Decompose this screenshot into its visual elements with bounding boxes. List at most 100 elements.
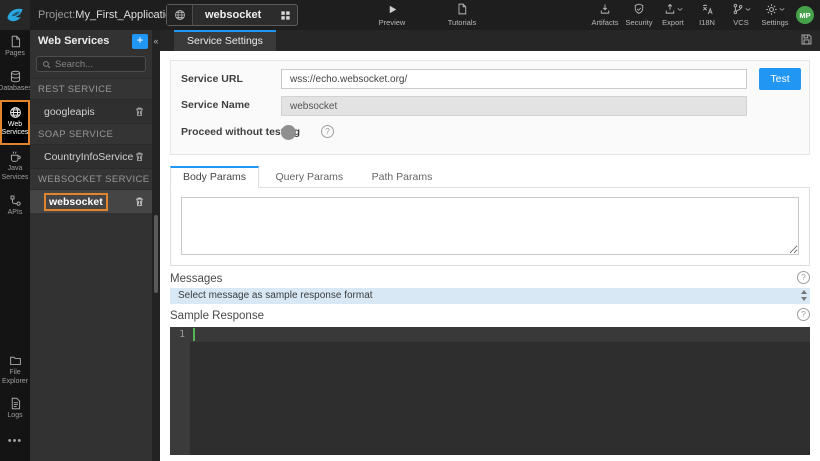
i18n-button[interactable]: I18N: [690, 2, 724, 27]
editor-active-line: [190, 327, 810, 342]
panel-scrollbar[interactable]: [154, 215, 158, 293]
globe-icon: [9, 106, 22, 119]
upload-icon: [664, 3, 676, 15]
group-header-soap: SOAP SERVICE: [30, 123, 152, 144]
search-input[interactable]: [55, 59, 140, 70]
body-params-textarea[interactable]: [181, 197, 799, 255]
service-group-soap: SOAP SERVICE CountryInfoService: [30, 123, 152, 168]
breadcrumb-chevron-icon: ›: [150, 0, 155, 30]
sidebar-item-file-explorer[interactable]: File Explorer: [0, 349, 30, 393]
chevron-down-icon: [779, 7, 785, 12]
sidebar-item-web-services[interactable]: Web Services: [0, 100, 30, 146]
play-icon: [387, 2, 398, 16]
tab-path-params[interactable]: Path Params: [360, 166, 445, 188]
service-settings-form: Service URL Test Service Name Proceed wi…: [170, 60, 810, 155]
service-url-input[interactable]: [281, 69, 747, 89]
delete-icon[interactable]: [134, 196, 145, 207]
line-number: 1: [170, 327, 190, 342]
editor-gutter: 1: [170, 327, 190, 455]
tutorials-button[interactable]: Tutorials: [440, 2, 484, 27]
help-icon[interactable]: ?: [797, 308, 810, 321]
api-nodes-icon: [9, 194, 22, 207]
wavemaker-logo-icon[interactable]: [0, 0, 30, 30]
service-search[interactable]: [36, 56, 146, 72]
grid-icon[interactable]: [273, 5, 297, 25]
sidebar-item-databases[interactable]: Databases: [0, 65, 30, 100]
sample-response-label: Sample Response: [170, 310, 264, 322]
main-tab-bar: Service Settings: [160, 30, 820, 51]
editor-code-area[interactable]: [190, 327, 810, 455]
chevron-down-icon: [745, 7, 751, 12]
sidebar-item-pages[interactable]: Pages: [0, 30, 30, 65]
breadcrumb[interactable]: Project:My_First_Application: [38, 0, 177, 30]
security-button[interactable]: Security: [622, 2, 656, 27]
messages-label: Messages: [170, 273, 222, 285]
service-group-rest: REST SERVICE googleapis: [30, 78, 152, 123]
artifact-tab-label: websocket: [193, 9, 273, 21]
vcs-button[interactable]: VCS: [724, 2, 758, 27]
settings-button[interactable]: Settings: [758, 2, 792, 27]
more-options-icon[interactable]: •••: [0, 427, 30, 455]
add-service-button[interactable]: +: [132, 34, 148, 49]
message-select-bar[interactable]: Select message as sample response format: [170, 288, 810, 304]
top-bar: Project:My_First_Application › websocket…: [0, 0, 820, 30]
group-header-websocket: WEBSOCKET SERVICE: [30, 168, 152, 189]
service-name-input[interactable]: [281, 96, 747, 116]
logo-swoosh-icon: [5, 5, 25, 25]
project-prefix: Project:: [38, 9, 75, 21]
editor-cursor: [193, 328, 195, 341]
tab-query-params[interactable]: Query Params: [263, 166, 355, 188]
param-tabs: Body Params Query Params Path Params: [170, 166, 810, 188]
download-icon: [599, 2, 611, 16]
spinner-down-icon: [801, 297, 807, 301]
proceed-toggle[interactable]: [283, 127, 309, 139]
service-settings-page: Service URL Test Service Name Proceed wi…: [160, 51, 820, 461]
tab-body-params[interactable]: Body Params: [170, 166, 259, 188]
delete-icon[interactable]: [134, 106, 145, 117]
delete-icon[interactable]: [134, 151, 145, 162]
log-file-icon: [9, 397, 22, 410]
service-name-label: Service Name: [181, 99, 250, 111]
sample-response-editor[interactable]: 1: [170, 327, 810, 455]
help-icon[interactable]: ?: [797, 271, 810, 284]
sidebar-item-java-services[interactable]: Java Services: [0, 145, 30, 189]
open-artifact-tab[interactable]: websocket: [166, 4, 298, 26]
save-button[interactable]: [800, 33, 813, 46]
user-avatar[interactable]: MP: [796, 6, 814, 24]
panel-header: Web Services +: [30, 30, 152, 52]
list-item-websocket[interactable]: websocket: [30, 189, 152, 213]
sidebar-item-apis[interactable]: APIs: [0, 189, 30, 224]
sidebar-item-logs[interactable]: Logs: [0, 392, 30, 427]
document-icon: [456, 2, 468, 16]
page-icon: [9, 35, 22, 48]
tab-service-settings[interactable]: Service Settings: [174, 30, 276, 51]
coffee-cup-icon: [9, 150, 22, 163]
database-icon: [9, 70, 22, 83]
topbar-right-actions: Artifacts Security Export I18N: [588, 2, 816, 27]
test-button[interactable]: Test: [759, 68, 801, 90]
help-icon[interactable]: ?: [321, 125, 334, 138]
list-item-googleapis[interactable]: googleapis: [30, 99, 152, 123]
spinner-up-icon: [801, 290, 807, 294]
list-item-countryinfoservice[interactable]: CountryInfoService: [30, 144, 152, 168]
service-group-websocket: WEBSOCKET SERVICE websocket: [30, 168, 152, 213]
spinner-control[interactable]: [801, 290, 807, 301]
chevron-down-icon: [677, 7, 683, 12]
panel-edge-strip: «: [152, 30, 160, 461]
project-name: My_First_Application: [75, 9, 177, 21]
service-url-label: Service URL: [181, 73, 243, 85]
preview-button[interactable]: Preview: [370, 2, 414, 27]
left-icon-rail: Pages Databases Web Services Java Servic…: [0, 30, 30, 461]
panel-title: Web Services: [30, 35, 132, 47]
main-area: Service Settings Service URL Test Servic…: [160, 30, 820, 461]
gear-icon: [765, 3, 778, 16]
rail-bottom-group: File Explorer Logs •••: [0, 349, 30, 455]
collapse-panel-button[interactable]: «: [152, 34, 160, 50]
branch-icon: [732, 3, 744, 15]
app-window: Project:My_First_Application › websocket…: [0, 0, 820, 461]
message-select-text: Select message as sample response format: [178, 290, 373, 301]
artifacts-button[interactable]: Artifacts: [588, 2, 622, 27]
folder-icon: [9, 354, 22, 367]
export-button[interactable]: Export: [656, 2, 690, 27]
group-header-rest: REST SERVICE: [30, 78, 152, 99]
